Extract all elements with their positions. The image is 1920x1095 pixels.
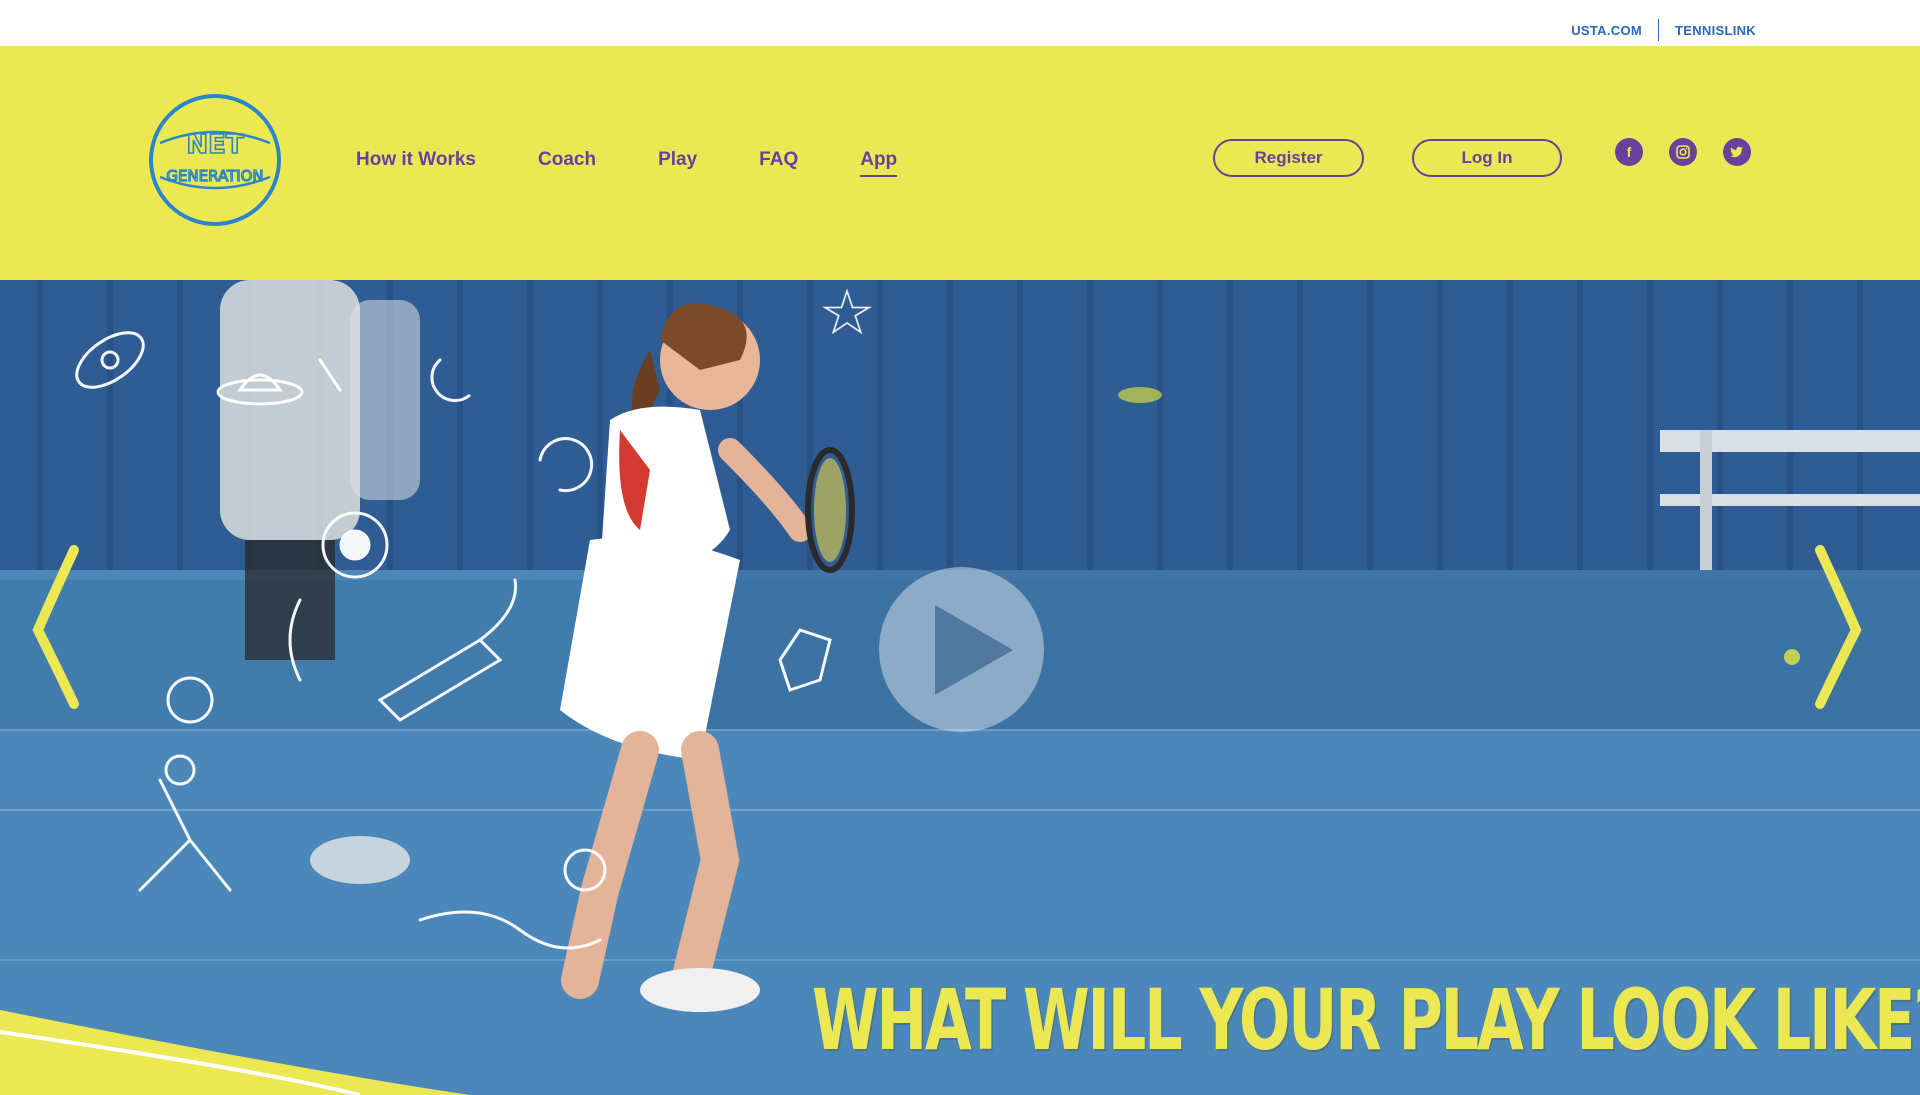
logo-text-net: NET	[186, 130, 244, 160]
svg-text:f: f	[1627, 144, 1632, 160]
hero-headline: WHAT WILL YOUR PLAY LOOK LIKE?	[812, 971, 1920, 1069]
nav-app[interactable]: App	[860, 149, 898, 177]
play-video-button[interactable]	[879, 567, 1044, 732]
twitter-icon[interactable]	[1723, 138, 1751, 166]
slider-next-arrow-icon[interactable]	[1808, 542, 1864, 712]
register-button[interactable]: Register	[1213, 139, 1364, 177]
nav-faq[interactable]: FAQ	[759, 149, 798, 177]
utility-links: USTA.COM TENNISLINK	[1571, 19, 1756, 41]
nav-how-it-works[interactable]: How it Works	[356, 149, 476, 177]
play-icon	[935, 605, 1013, 695]
hero-video-slider: WHAT WILL YOUR PLAY LOOK LIKE?	[0, 280, 1920, 1095]
instagram-icon[interactable]	[1669, 138, 1697, 166]
facebook-icon[interactable]: f	[1615, 138, 1643, 166]
logo-mark: NET GENERATION	[149, 94, 281, 226]
main-nav: How it Works Coach Play FAQ App	[356, 149, 959, 177]
usta-link[interactable]: USTA.COM	[1571, 23, 1642, 38]
tennislink-link[interactable]: TENNISLINK	[1675, 23, 1756, 38]
login-button[interactable]: Log In	[1412, 139, 1562, 177]
site-header: NET GENERATION How it Works Coach Play F…	[0, 46, 1920, 280]
net-generation-logo[interactable]: NET GENERATION	[146, 91, 284, 229]
nav-play[interactable]: Play	[658, 149, 697, 177]
slider-prev-arrow-icon[interactable]	[30, 542, 86, 712]
utility-bar: USTA.COM TENNISLINK	[0, 0, 1920, 46]
utility-divider	[1658, 19, 1659, 41]
nav-coach[interactable]: Coach	[538, 149, 596, 177]
logo-text-generation: GENERATION	[166, 167, 263, 185]
